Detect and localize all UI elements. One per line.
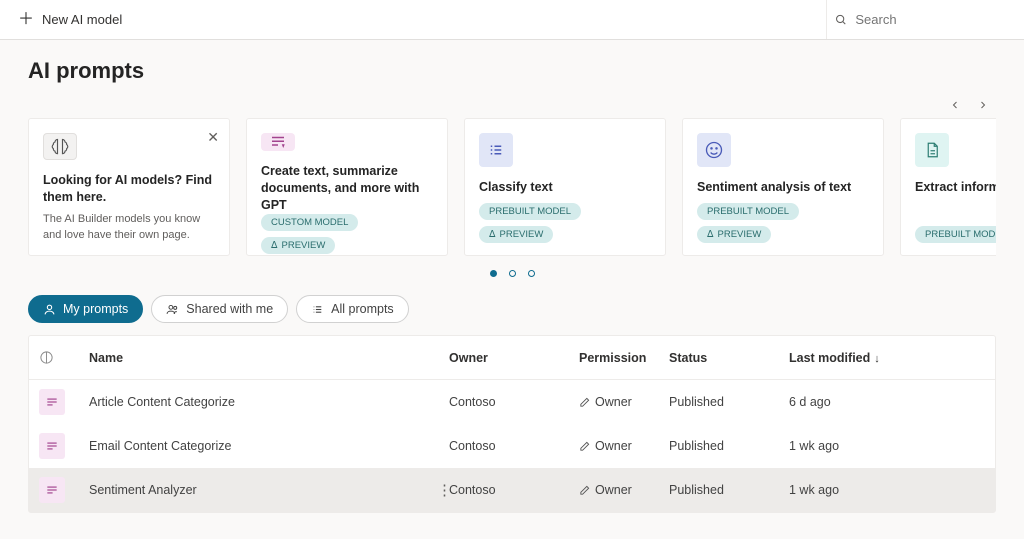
cell-modified: 6 d ago [789, 395, 985, 409]
list-icon [311, 303, 324, 316]
new-ai-model-button[interactable]: ＋ New AI model [8, 6, 132, 34]
carousel-dot-1[interactable] [490, 270, 497, 277]
cell-name: Article Content Categorize [89, 395, 449, 409]
prompt-icon [39, 433, 65, 459]
card-extract-information[interactable]: Extract information PREBUILT MODEL [900, 118, 996, 256]
pencil-icon [579, 397, 590, 408]
tab-shared-with-me[interactable]: Shared with me [151, 295, 288, 323]
table-row[interactable]: Article Content Categorize Contoso Owner… [29, 380, 995, 424]
page-title: AI prompts [28, 58, 996, 84]
brain-icon [43, 133, 77, 160]
tab-my-prompts[interactable]: My prompts [28, 295, 143, 323]
column-status[interactable]: Status [669, 351, 789, 365]
card-title: Create text, summarize documents, and mo… [261, 163, 433, 214]
cell-permission: Owner [579, 439, 669, 453]
carousel-nav [28, 94, 996, 116]
cell-permission: Owner [579, 483, 669, 497]
table-row[interactable]: Email Content Categorize Contoso Owner P… [29, 424, 995, 468]
cell-permission: Owner [579, 395, 669, 409]
column-modified[interactable]: Last modified↓ [789, 351, 985, 365]
pencil-icon [579, 485, 590, 496]
tab-label: All prompts [331, 302, 394, 316]
cell-status: Published [669, 439, 789, 453]
card-classify-text[interactable]: Classify text PREBUILT MODEL ᐃPREVIEW [464, 118, 666, 256]
document-icon [915, 133, 949, 167]
cell-name: Email Content Categorize [89, 439, 449, 453]
plus-icon: ＋ [18, 12, 34, 28]
filter-tabs: My prompts Shared with me All prompts [28, 295, 996, 323]
list-icon [479, 133, 513, 167]
cell-modified: 1 wk ago [789, 439, 985, 453]
badge-preview: ᐃPREVIEW [261, 237, 335, 254]
badge-row: PREBUILT MODEL [915, 226, 996, 243]
carousel-next-button[interactable] [972, 94, 994, 116]
search-input[interactable] [855, 12, 1008, 27]
card-title: Classify text [479, 179, 651, 196]
card-find-models[interactable]: ✕ Looking for AI models? Find them here.… [28, 118, 230, 256]
card-title: Sentiment analysis of text [697, 179, 869, 196]
column-permission[interactable]: Permission [579, 351, 669, 365]
more-actions-button[interactable]: ⋮ [437, 483, 452, 498]
carousel-prev-button[interactable] [944, 94, 966, 116]
sort-down-icon: ↓ [874, 353, 880, 365]
badge-custom-model: CUSTOM MODEL [261, 214, 358, 231]
carousel-dot-2[interactable] [509, 270, 516, 277]
person-icon [43, 303, 56, 316]
prompt-icon [39, 477, 65, 503]
cell-owner: Contoso [449, 439, 579, 453]
badge-row: PREBUILT MODEL ᐃPREVIEW [697, 203, 869, 243]
carousel-dots [28, 270, 996, 277]
prompt-icon [39, 389, 65, 415]
badge-prebuilt-model: PREBUILT MODEL [915, 226, 996, 243]
chevron-right-icon [977, 99, 989, 111]
badge-preview: ᐃPREVIEW [479, 226, 553, 243]
column-checkbox[interactable] [39, 350, 89, 365]
tab-label: Shared with me [186, 302, 273, 316]
prompts-table: Name Owner Permission Status Last modifi… [28, 335, 996, 513]
pencil-icon [579, 441, 590, 452]
table-row[interactable]: Sentiment Analyzer Contoso Owner Publish… [29, 468, 995, 512]
card-sentiment-analysis[interactable]: Sentiment analysis of text PREBUILT MODE… [682, 118, 884, 256]
card-title: Extract information [915, 179, 996, 196]
table-header: Name Owner Permission Status Last modifi… [29, 336, 995, 380]
tab-label: My prompts [63, 302, 128, 316]
new-ai-model-label: New AI model [42, 12, 122, 27]
cell-name: Sentiment Analyzer [89, 483, 449, 497]
cell-status: Published [669, 483, 789, 497]
badge-prebuilt-model: PREBUILT MODEL [697, 203, 799, 220]
cell-owner: Contoso [449, 483, 579, 497]
smile-icon [697, 133, 731, 167]
badge-prebuilt-model: PREBUILT MODEL [479, 203, 581, 220]
search-icon [835, 13, 847, 27]
cell-modified: 1 wk ago [789, 483, 985, 497]
cards-row: ✕ Looking for AI models? Find them here.… [28, 118, 996, 256]
card-title: Looking for AI models? Find them here. [43, 172, 215, 206]
people-icon [166, 303, 179, 316]
column-name[interactable]: Name [89, 351, 449, 365]
card-create-text-gpt[interactable]: Create text, summarize documents, and mo… [246, 118, 448, 256]
cell-status: Published [669, 395, 789, 409]
top-bar: ＋ New AI model [0, 0, 1024, 40]
search-box[interactable] [826, 0, 1016, 39]
badge-row: CUSTOM MODEL ᐃPREVIEW [261, 214, 433, 254]
card-subtitle: The AI Builder models you know and love … [43, 212, 215, 243]
column-owner[interactable]: Owner [449, 351, 579, 365]
badge-row: PREBUILT MODEL ᐃPREVIEW [479, 203, 651, 243]
chevron-left-icon [949, 99, 961, 111]
badge-preview: ᐃPREVIEW [697, 226, 771, 243]
close-icon[interactable]: ✕ [207, 129, 219, 146]
text-spark-icon [261, 133, 295, 151]
tab-all-prompts[interactable]: All prompts [296, 295, 409, 323]
cell-owner: Contoso [449, 395, 579, 409]
carousel-dot-3[interactable] [528, 270, 535, 277]
